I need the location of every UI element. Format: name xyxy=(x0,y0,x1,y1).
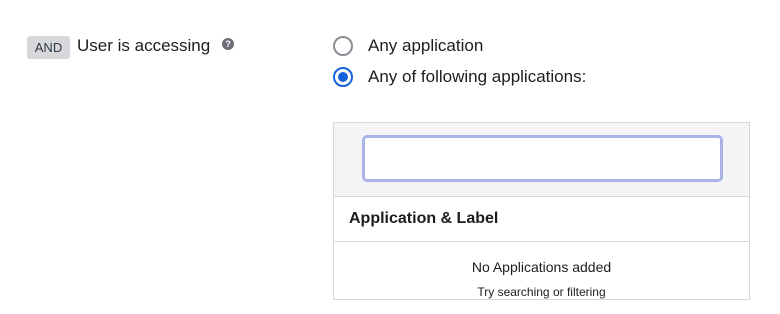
condition-label: User is accessing xyxy=(77,36,211,55)
rule-condition: AND User is accessing ? Any application … xyxy=(0,0,780,314)
application-search-input[interactable] xyxy=(362,135,723,182)
question-circle-icon[interactable]: ? xyxy=(222,38,234,50)
empty-state-subtitle: Try searching or filtering xyxy=(477,285,606,299)
empty-state-title: No Applications added xyxy=(471,259,612,275)
option-label: Any of following applications: xyxy=(368,67,587,86)
column-header-application-label: Application & Label xyxy=(334,197,749,242)
search-area xyxy=(334,123,749,197)
radio-following-applications[interactable] xyxy=(333,67,353,87)
radio-any-application[interactable] xyxy=(333,36,353,56)
application-picker: Application & Label No Applications adde… xyxy=(333,122,750,300)
option-label: Any application xyxy=(368,36,484,55)
and-operator-badge: AND xyxy=(27,36,70,59)
option-any-application[interactable]: Any application xyxy=(333,35,483,57)
option-following-applications[interactable]: Any of following applications: xyxy=(333,66,586,88)
